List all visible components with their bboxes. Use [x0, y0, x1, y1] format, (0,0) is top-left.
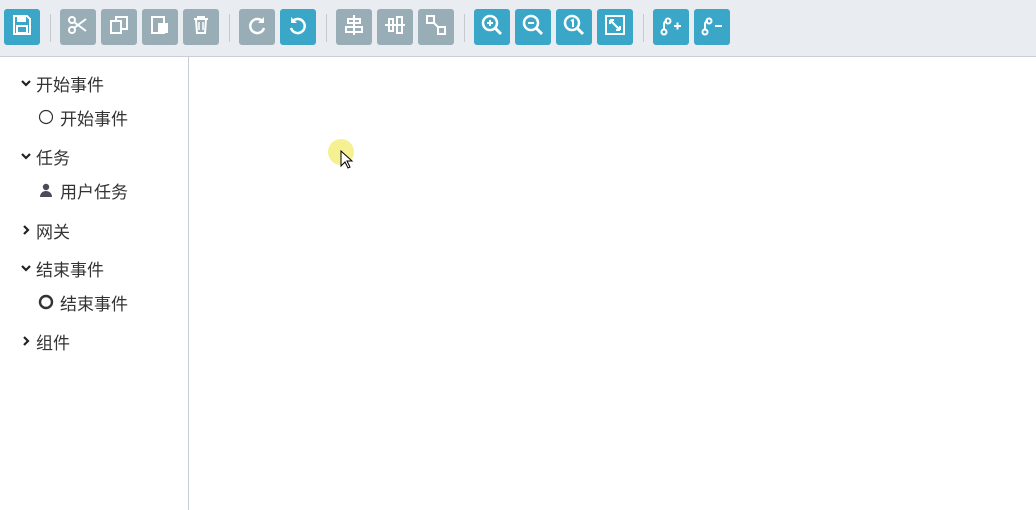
add-bendpoint-icon: [659, 13, 683, 41]
align-horizontal-button[interactable]: [336, 9, 372, 45]
user-icon: [38, 182, 54, 198]
zoom-out-icon: [521, 13, 545, 41]
zoom-out-button[interactable]: [515, 9, 551, 45]
palette-group-label: 任务: [36, 148, 70, 169]
zoom-in-icon: [480, 13, 504, 41]
chevron-down-icon: [20, 77, 32, 89]
toolbar-divider: [50, 14, 51, 42]
palette-item-label: 开始事件: [60, 109, 128, 130]
toolbar: [0, 0, 1036, 57]
delete-button[interactable]: [183, 9, 219, 45]
diagram-canvas[interactable]: [189, 57, 1036, 510]
toolbar-divider: [643, 14, 644, 42]
cut-icon: [66, 13, 90, 41]
palette-group-gateway[interactable]: 网关: [20, 219, 70, 243]
paste-button[interactable]: [142, 9, 178, 45]
zoom-in-button[interactable]: [474, 9, 510, 45]
palette-item-user-task[interactable]: 用户任务: [38, 179, 128, 203]
toolbar-divider: [326, 14, 327, 42]
palette-group-component[interactable]: 组件: [20, 330, 70, 354]
paste-icon: [148, 13, 172, 41]
palette-group-end-event[interactable]: 结束事件: [20, 257, 104, 281]
end-event-circle-icon: [38, 294, 54, 310]
zoom-fit-button[interactable]: [597, 9, 633, 45]
zoom-actual-icon: [562, 13, 586, 41]
remove-bendpoint-button[interactable]: [694, 9, 730, 45]
mouse-pointer-icon: [340, 150, 354, 169]
chevron-down-icon: [20, 150, 32, 162]
zoom-fit-icon: [603, 13, 627, 41]
palette-group-start-event[interactable]: 开始事件: [20, 72, 104, 96]
chevron-down-icon: [20, 262, 32, 274]
zoom-actual-button[interactable]: [556, 9, 592, 45]
palette-sidebar: 开始事件 开始事件 任务 用户任务 网关 结束事件 结束事件 组件: [0, 57, 189, 510]
palette-group-label: 结束事件: [36, 260, 104, 281]
palette-group-task[interactable]: 任务: [20, 145, 70, 169]
delete-icon: [189, 13, 213, 41]
align-vertical-icon: [383, 13, 407, 41]
undo-button[interactable]: [280, 9, 316, 45]
align-horizontal-icon: [342, 13, 366, 41]
save-button[interactable]: [4, 9, 40, 45]
redo-icon: [245, 13, 269, 41]
redo-button[interactable]: [239, 9, 275, 45]
same-size-button[interactable]: [418, 9, 454, 45]
same-size-icon: [424, 13, 448, 41]
palette-group-label: 开始事件: [36, 75, 104, 96]
undo-icon: [286, 13, 310, 41]
palette-item-label: 用户任务: [60, 182, 128, 203]
remove-bendpoint-icon: [700, 13, 724, 41]
palette-item-start-event[interactable]: 开始事件: [38, 106, 128, 130]
chevron-right-icon: [20, 335, 32, 347]
palette-item-end-event[interactable]: 结束事件: [38, 291, 128, 315]
palette-group-label: 组件: [36, 333, 70, 354]
save-icon: [10, 13, 34, 41]
add-bendpoint-button[interactable]: [653, 9, 689, 45]
chevron-right-icon: [20, 224, 32, 236]
copy-button[interactable]: [101, 9, 137, 45]
cut-button[interactable]: [60, 9, 96, 45]
start-event-circle-icon: [38, 109, 54, 125]
align-vertical-button[interactable]: [377, 9, 413, 45]
palette-item-label: 结束事件: [60, 294, 128, 315]
toolbar-divider: [464, 14, 465, 42]
palette-group-label: 网关: [36, 222, 70, 243]
toolbar-divider: [229, 14, 230, 42]
copy-icon: [107, 13, 131, 41]
